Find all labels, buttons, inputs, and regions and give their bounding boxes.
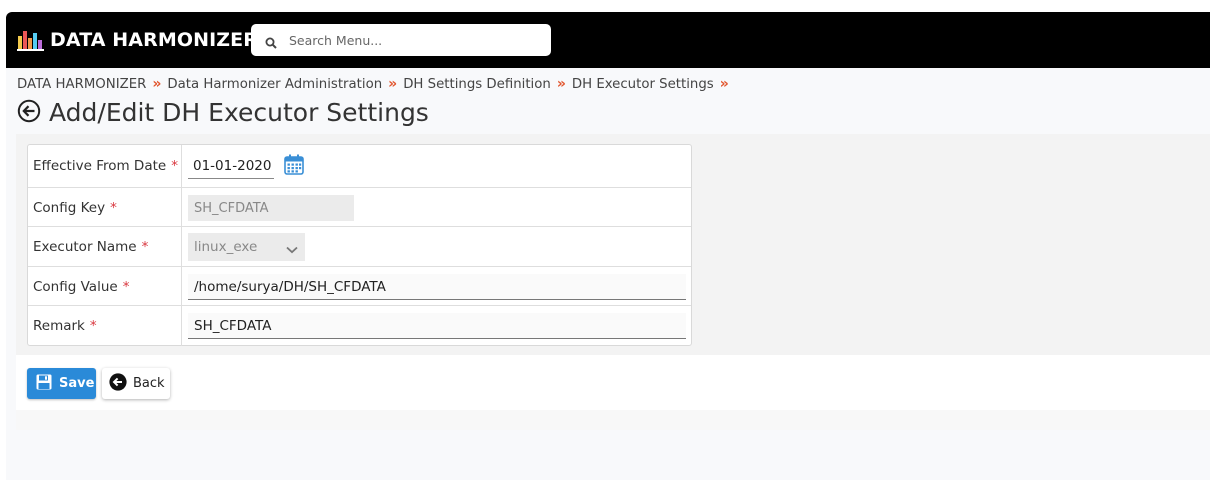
search-icon — [265, 34, 277, 49]
bar-chart-logo-icon — [17, 29, 45, 51]
field-label: Config Key * — [28, 188, 182, 227]
effective-from-date-label: Effective From Date — [33, 158, 167, 174]
floppy-disk-icon — [36, 374, 52, 394]
top-bar: DATA HARMONIZER — [6, 12, 1210, 68]
save-button[interactable]: Save — [27, 368, 96, 399]
back-arrow-circle-icon[interactable] — [17, 99, 49, 127]
breadcrumb-item-administration[interactable]: Data Harmonizer Administration — [167, 77, 382, 92]
effective-from-date-input[interactable]: 01-01-2020 — [188, 153, 274, 179]
search-box[interactable] — [251, 24, 551, 56]
remark-input[interactable]: SH_CFDATA — [188, 313, 686, 339]
config-value-value: /home/surya/DH/SH_CFDATA — [194, 278, 386, 295]
breadcrumb-item-executor-settings[interactable]: DH Executor Settings — [572, 77, 714, 92]
action-bar: Save Back — [16, 355, 1210, 410]
remark-value: SH_CFDATA — [194, 317, 272, 334]
required-marker: * — [122, 278, 130, 295]
chevron-down-icon — [286, 242, 298, 258]
breadcrumb-separator: » — [388, 76, 398, 92]
back-button-label: Back — [133, 376, 165, 391]
executor-name-label: Executor Name — [33, 239, 137, 255]
row-remark: Remark * SH_CFDATA — [28, 305, 691, 346]
executor-name-value: linux_exe — [194, 239, 258, 255]
row-executor-name: Executor Name * linux_exe — [28, 226, 691, 267]
back-button[interactable]: Back — [102, 368, 170, 399]
save-button-label: Save — [59, 376, 95, 391]
row-effective-from-date: Effective From Date * 01-01-2020 — [28, 145, 691, 187]
row-config-value: Config Value * /home/surya/DH/SH_CFDATA — [28, 266, 691, 306]
breadcrumb-separator: » — [556, 76, 566, 92]
config-key-input: SH_CFDATA — [188, 195, 354, 221]
field-label: Effective From Date * — [28, 145, 182, 187]
config-key-value: SH_CFDATA — [194, 200, 269, 216]
app-window: DATA HARMONIZER DATA HARMONIZER » Data H… — [6, 12, 1210, 480]
settings-form: Effective From Date * 01-01-2020 Config … — [27, 144, 692, 346]
page-title: Add/Edit DH Executor Settings — [49, 98, 429, 127]
page-header: Add/Edit DH Executor Settings — [17, 98, 429, 127]
breadcrumb-item-settings-definition[interactable]: DH Settings Definition — [403, 77, 551, 92]
executor-name-select[interactable]: linux_exe — [188, 233, 305, 261]
footer-area — [16, 410, 1210, 430]
brand-name: DATA HARMONIZER — [50, 29, 258, 51]
field-label: Config Value * — [28, 267, 182, 306]
breadcrumb-separator: » — [152, 76, 162, 92]
config-key-label: Config Key — [33, 199, 106, 216]
required-marker: * — [141, 239, 149, 255]
field-label: Executor Name * — [28, 227, 182, 267]
search-input[interactable] — [287, 31, 531, 49]
back-arrow-circle-icon — [109, 372, 127, 395]
remark-label: Remark — [33, 318, 85, 334]
field-label: Remark * — [28, 306, 182, 346]
effective-from-date-value: 01-01-2020 — [193, 157, 272, 174]
breadcrumb-item-data-harmonizer[interactable]: DATA HARMONIZER — [17, 77, 146, 92]
row-config-key: Config Key * SH_CFDATA — [28, 187, 691, 227]
config-value-input[interactable]: /home/surya/DH/SH_CFDATA — [188, 274, 686, 300]
calendar-icon[interactable] — [284, 154, 304, 179]
form-panel: Effective From Date * 01-01-2020 Config … — [16, 134, 1210, 355]
required-marker: * — [89, 318, 97, 334]
home-link[interactable]: DATA HARMONIZER — [17, 29, 258, 51]
required-marker: * — [110, 199, 117, 216]
breadcrumb: DATA HARMONIZER » Data Harmonizer Admini… — [17, 76, 735, 92]
config-value-label: Config Value — [33, 278, 118, 295]
breadcrumb-separator: » — [719, 76, 729, 92]
required-marker: * — [171, 158, 178, 174]
